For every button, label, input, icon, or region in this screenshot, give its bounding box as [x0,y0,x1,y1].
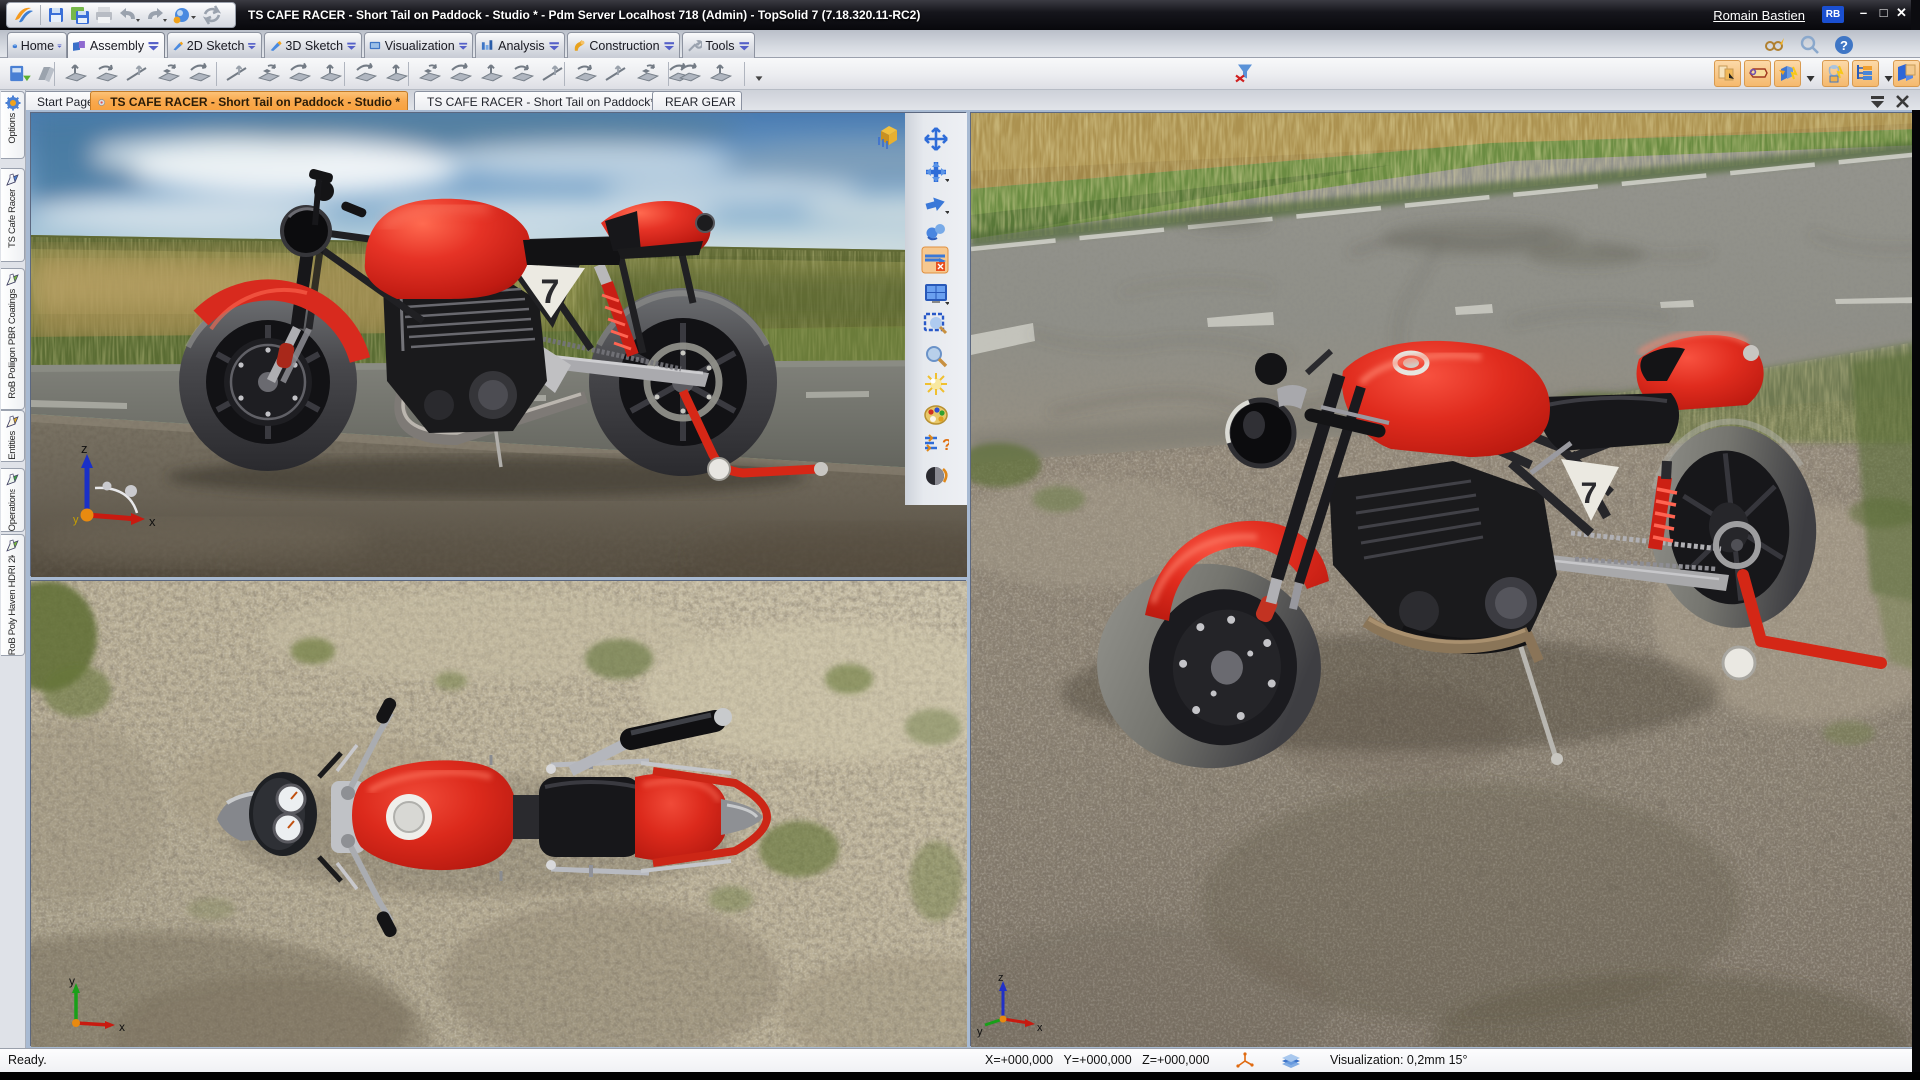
svg-text:z: z [81,441,88,456]
svg-text:?: ? [1840,38,1848,53]
svg-text:y: y [69,974,75,988]
svg-text:y: y [977,1026,983,1038]
svg-text:y: y [73,514,79,526]
svg-text:x: x [149,514,156,529]
svg-text:7: 7 [1581,477,1598,510]
svg-text:7: 7 [541,273,560,311]
svg-text:x: x [119,1020,125,1034]
svg-text:x: x [1037,1022,1043,1034]
svg-text:?: ? [942,437,949,454]
svg-text:z: z [998,972,1004,984]
